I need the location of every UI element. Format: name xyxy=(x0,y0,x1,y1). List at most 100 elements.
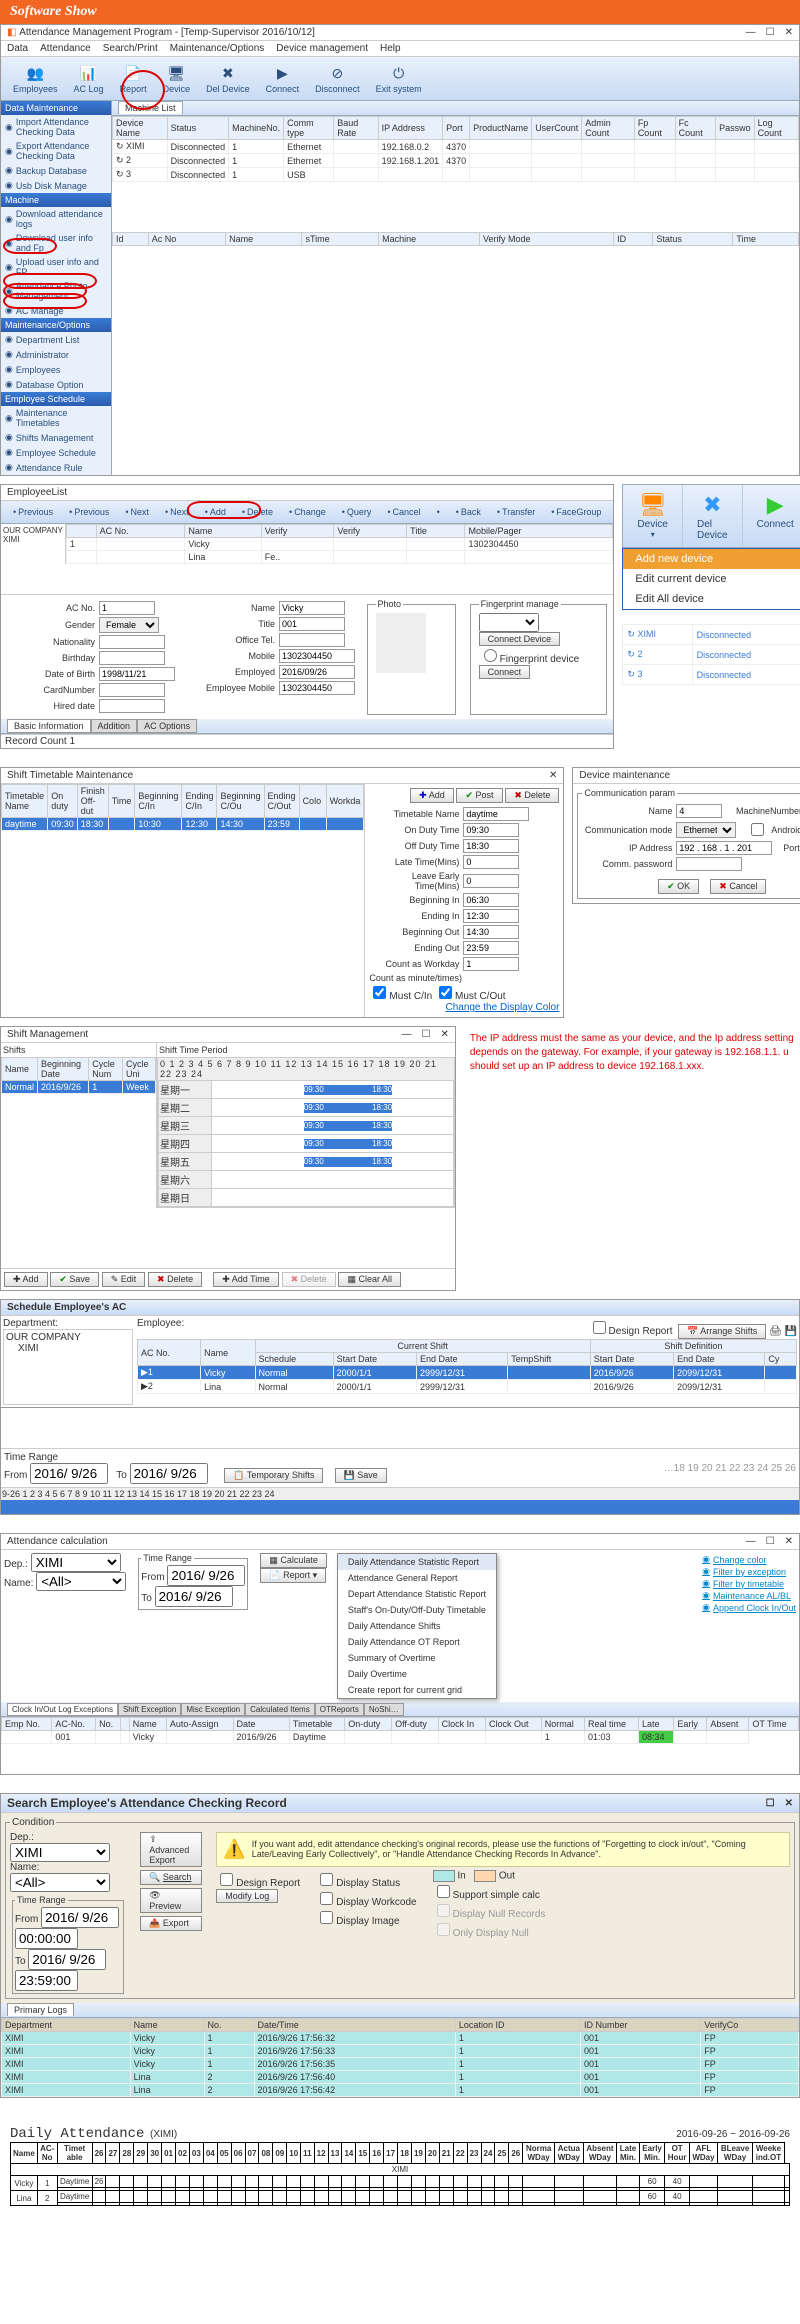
tab-machine-list[interactable]: Machine List xyxy=(118,101,183,114)
col-header[interactable]: Ending C/Out xyxy=(264,785,299,818)
col-header[interactable]: VerifyCo xyxy=(701,2019,799,2032)
emp-tbtn[interactable]: •Cancel xyxy=(381,505,426,519)
col-header[interactable]: Cycle Num xyxy=(89,1058,123,1081)
search-btn[interactable]: 🔍 Search xyxy=(140,1870,202,1885)
toolbar-disconnect[interactable]: ⊘Disconnect xyxy=(309,61,366,96)
toolbar-exit-system[interactable]: ⏻Exit system xyxy=(370,61,428,96)
emp-tbtn[interactable]: •Next xyxy=(159,505,195,519)
table-row[interactable]: ↻ 3Disconnected xyxy=(623,665,800,685)
calc-link[interactable]: ◉Append Clock In/Out xyxy=(702,1602,796,1613)
stt-offduty[interactable] xyxy=(463,839,519,853)
report-menu-item[interactable]: Daily Attendance Shifts xyxy=(338,1618,496,1634)
sideitem-export-attendance-checkin[interactable]: ◉Export Attendance Checking Data xyxy=(1,139,111,163)
emp-tbtn[interactable]: •Add xyxy=(199,505,232,519)
col-header[interactable]: sTime xyxy=(302,233,379,246)
sideitem-maintenance-timetables[interactable]: ◉Maintenance Timetables xyxy=(1,406,111,430)
dm-ok[interactable]: ✔ OK xyxy=(658,879,699,894)
table-row[interactable]: XIMIVicky12016/9/26 17:56:351001FP xyxy=(2,2058,799,2071)
calc-calculate-btn[interactable]: ▦ Calculate xyxy=(260,1553,327,1568)
emp-tbtn[interactable]: •Previous xyxy=(63,505,115,519)
toolbar-del-device[interactable]: ✖Del Device xyxy=(200,61,256,96)
nat-input[interactable] xyxy=(99,635,165,649)
col-header[interactable]: AC No. xyxy=(96,525,185,538)
col-header[interactable]: Status xyxy=(653,233,733,246)
maximize-button[interactable]: ☐ xyxy=(766,27,775,38)
sched-from[interactable] xyxy=(30,1463,108,1484)
modify-log-btn[interactable]: Modify Log xyxy=(216,1889,278,1903)
calc-link[interactable]: ◉Filter by timetable xyxy=(702,1578,796,1589)
report-menu-item[interactable]: Create report for current grid xyxy=(338,1682,496,1698)
sm-edit[interactable]: ✎ Edit xyxy=(102,1272,146,1287)
col-header[interactable]: Ac No xyxy=(148,233,225,246)
col-header[interactable]: On duty xyxy=(48,785,78,818)
sched-design-check[interactable] xyxy=(593,1321,606,1334)
calc-link[interactable]: ◉Filter by exception xyxy=(702,1566,796,1577)
col-header[interactable]: On-duty xyxy=(345,1718,392,1731)
table-row[interactable]: ▶2LinaNormal2000/1/12999/12/312016/9/262… xyxy=(138,1380,797,1394)
name-input[interactable] xyxy=(279,601,345,615)
col-header[interactable]: TempShift xyxy=(508,1353,590,1366)
table-row[interactable]: ↻ XIMIDisconnected1Ethernet192.168.0.243… xyxy=(113,140,799,154)
table-row[interactable]: ▶1VickyNormal2000/1/12999/12/312016/9/26… xyxy=(138,1366,797,1380)
col-header[interactable] xyxy=(121,1718,129,1731)
acno-input[interactable] xyxy=(99,601,155,615)
dm-mode[interactable]: Ethernet xyxy=(676,822,736,838)
col-header[interactable]: Log Count xyxy=(754,117,798,140)
calc-tab[interactable]: NoShi… xyxy=(364,1703,404,1716)
sideitem-usb-disk-manage[interactable]: ◉Usb Disk Manage xyxy=(1,178,111,193)
calc-tab[interactable]: Clock In/Out Log Exceptions xyxy=(7,1703,118,1716)
col-header[interactable]: ID xyxy=(614,233,653,246)
col-header[interactable]: Beginning Date xyxy=(38,1058,89,1081)
col-header[interactable]: IP Address xyxy=(378,117,443,140)
col-header[interactable]: Colo xyxy=(299,785,326,818)
sideitem-download-user-info-and-fp[interactable]: ◉Download user info and Fp xyxy=(1,231,111,255)
table-row[interactable]: XIMILina22016/9/26 17:56:401001FP xyxy=(2,2071,799,2084)
menu-device-management[interactable]: Device management xyxy=(276,43,368,54)
print-icon[interactable]: 🖨 xyxy=(769,1326,782,1337)
sm-clearall[interactable]: ▦ Clear All xyxy=(338,1272,401,1287)
col-header[interactable]: Start Date xyxy=(590,1353,673,1366)
toolbar-ac-log[interactable]: 📊AC Log xyxy=(68,61,110,96)
col-header[interactable]: Department xyxy=(2,2019,131,2032)
emp-tab[interactable]: AC Options xyxy=(137,719,197,733)
design-report-check[interactable] xyxy=(220,1873,233,1886)
primary-logs-tab[interactable]: Primary Logs xyxy=(7,2003,74,2016)
col-header[interactable]: Name xyxy=(129,1718,166,1731)
emplist-dept-tree[interactable]: OUR COMPANY XIMI xyxy=(1,524,66,564)
fp-select[interactable] xyxy=(479,613,539,632)
empmob-input[interactable] xyxy=(279,681,355,695)
emp-tbtn[interactable]: • xyxy=(431,505,446,519)
col-header[interactable]: Time xyxy=(108,785,135,818)
col-header[interactable]: Comm type xyxy=(284,117,334,140)
calc-link[interactable]: ◉Change color xyxy=(702,1554,796,1565)
col-header[interactable]: Passwo xyxy=(716,117,755,140)
col-header[interactable]: OT Time xyxy=(749,1718,799,1731)
col-header[interactable]: Mobile/Pager xyxy=(465,525,613,538)
emp-tbtn[interactable]: •Back xyxy=(450,505,487,519)
stt-mustcout[interactable] xyxy=(439,986,452,999)
col-header[interactable]: Clock Out xyxy=(486,1718,542,1731)
stt-end-out[interactable] xyxy=(463,941,519,955)
col-header[interactable]: Verify xyxy=(261,525,334,538)
report-menu-item[interactable]: Daily Attendance Statistic Report xyxy=(338,1554,496,1570)
calc-dep[interactable]: XIMI xyxy=(31,1553,121,1572)
calc-from[interactable] xyxy=(167,1565,245,1586)
stt-mustcin[interactable] xyxy=(373,986,386,999)
stt-delete-btn[interactable]: ✖ Delete xyxy=(505,788,559,803)
dob-input[interactable] xyxy=(99,667,175,681)
dm-name[interactable] xyxy=(676,804,722,818)
stt-post-btn[interactable]: ✔ Post xyxy=(456,788,502,803)
col-header[interactable]: Beginning C/Ou xyxy=(217,785,264,818)
preview-btn[interactable]: 👁 Preview xyxy=(140,1888,202,1913)
toolbar-report[interactable]: 📄Report xyxy=(114,61,153,96)
col-header[interactable]: AC-No. xyxy=(52,1718,96,1731)
calc-tab[interactable]: Calculated Items xyxy=(245,1703,315,1716)
sideitem-administrator[interactable]: ◉Administrator xyxy=(1,347,111,362)
emp-tbtn[interactable]: •Previous xyxy=(7,505,59,519)
sm-save[interactable]: ✔ Save xyxy=(50,1272,99,1287)
employed-input[interactable] xyxy=(279,665,355,679)
menu-data[interactable]: Data xyxy=(7,43,28,54)
sm-add[interactable]: ✚ Add xyxy=(4,1272,48,1287)
menu-search-print[interactable]: Search/Print xyxy=(103,43,158,54)
change-color-link[interactable]: Change the Display Color xyxy=(445,1002,559,1013)
